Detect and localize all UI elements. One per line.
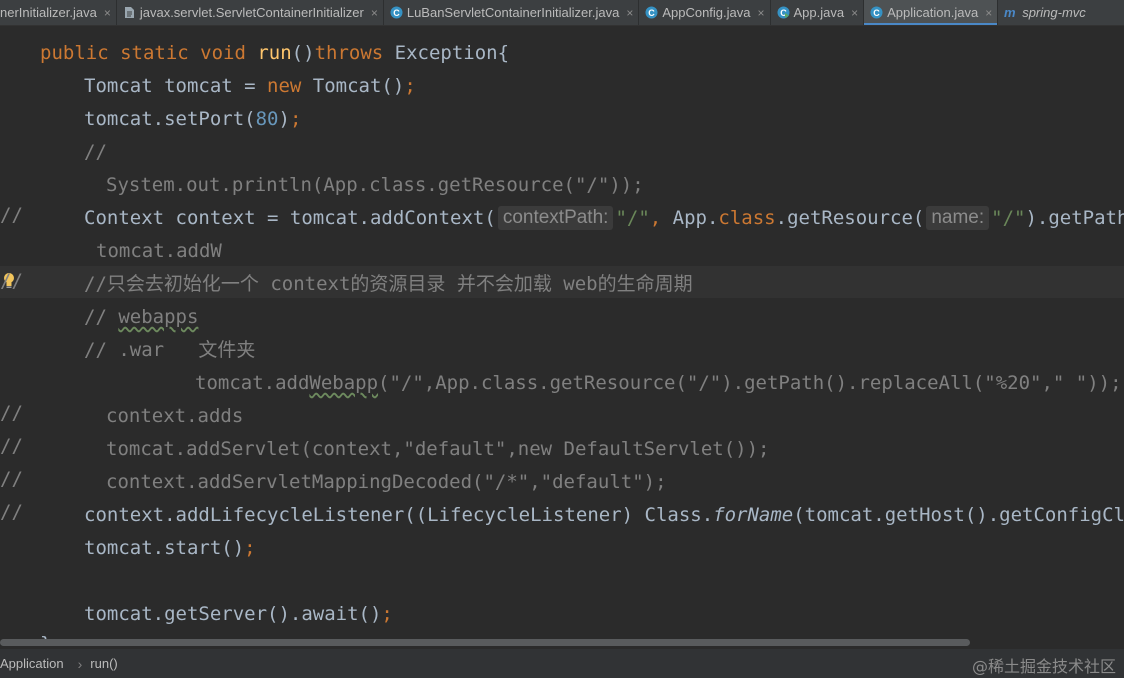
- tab-servlet-container-initializer[interactable]: javax.servlet.ServletContainerInitialize…: [117, 0, 384, 25]
- tab-label: App.java: [793, 5, 845, 20]
- class-icon: C: [870, 6, 883, 19]
- code-line: tomcat.getServer().await();: [84, 603, 393, 625]
- tab-application[interactable]: C Application.java ×: [864, 0, 999, 25]
- code-line: // webapps: [84, 306, 199, 328]
- code-line: //: [84, 141, 107, 163]
- close-icon[interactable]: ×: [626, 6, 633, 20]
- class-icon: C: [390, 6, 403, 19]
- svg-text:C: C: [873, 8, 880, 18]
- code-line: context.addLifecycleListener((LifecycleL…: [84, 504, 1124, 526]
- code-line: // context.addServletMappingDecoded("/*"…: [0, 467, 1124, 523]
- svg-text:m: m: [1004, 6, 1016, 19]
- breadcrumb-separator: ›: [77, 655, 83, 672]
- parameter-hint: contextPath:: [497, 206, 614, 230]
- tab-label: javax.servlet.ServletContainerInitialize…: [139, 5, 364, 20]
- code-line: Context context = tomcat.addContext(cont…: [84, 206, 1124, 230]
- close-icon[interactable]: ×: [985, 6, 992, 20]
- breadcrumb: Application › run() @稀土掘金技术社区: [0, 648, 1124, 678]
- code-editor[interactable]: public static void run()throws Exception…: [0, 26, 1124, 641]
- module-icon: m: [1004, 6, 1016, 19]
- text-file-icon: [124, 7, 134, 18]
- svg-text:C: C: [649, 8, 656, 18]
- code-line: // tomcat.addWebapp("/",App.class.getRes…: [0, 368, 1124, 424]
- code-line: // tomcat.addServlet(context,"default",n…: [0, 434, 1124, 490]
- close-icon[interactable]: ×: [104, 6, 111, 20]
- tab-label: AppConfig.java: [662, 5, 751, 20]
- horizontal-scrollbar[interactable]: [0, 637, 1124, 647]
- watermark: @稀土掘金技术社区: [971, 657, 1116, 676]
- close-icon[interactable]: ×: [758, 6, 765, 20]
- tab-app-config[interactable]: C AppConfig.java ×: [639, 0, 771, 25]
- breadcrumb-item-class[interactable]: Application: [0, 656, 70, 671]
- tab-luban-initializer[interactable]: C LuBanServletContainerInitializer.java …: [384, 0, 640, 25]
- scrollbar-thumb[interactable]: [0, 639, 970, 646]
- tab-label: spring-mvc: [1022, 5, 1086, 20]
- code-line: // tomcat.addW: [0, 236, 1124, 292]
- tab-label: nerInitializer.java: [0, 5, 97, 20]
- code-line: tomcat.setPort(80);: [84, 108, 302, 130]
- class-icon: C: [645, 6, 658, 19]
- svg-text:C: C: [393, 8, 400, 18]
- code-line: tomcat.start();: [84, 537, 256, 559]
- close-icon[interactable]: ×: [851, 6, 858, 20]
- code-line: //只会去初始化一个 context的资源目录 并不会加载 web的生命周期: [84, 273, 693, 295]
- breadcrumb-item-method[interactable]: run(): [90, 656, 123, 671]
- tab-ner-initializer[interactable]: nerInitializer.java ×: [0, 0, 117, 25]
- code-line: // context.adds: [0, 401, 1124, 457]
- editor-tab-bar: nerInitializer.java × javax.servlet.Serv…: [0, 0, 1124, 26]
- code-line: public static void run()throws Exception…: [40, 42, 510, 64]
- code-line: // System.out.println(App.class.getResou…: [0, 170, 1124, 226]
- tab-app[interactable]: C App.java ×: [771, 0, 865, 25]
- close-icon[interactable]: ×: [371, 6, 378, 20]
- tab-label: LuBanServletContainerInitializer.java: [406, 5, 620, 20]
- code-line: Tomcat tomcat = new Tomcat();: [84, 75, 416, 97]
- tab-spring-mvc[interactable]: m spring-mvc: [998, 0, 1091, 25]
- code-line: // .war 文件夹: [84, 339, 256, 361]
- runnable-class-icon: C: [777, 6, 790, 19]
- tab-label: Application.java: [887, 5, 979, 20]
- parameter-hint: name:: [926, 206, 990, 230]
